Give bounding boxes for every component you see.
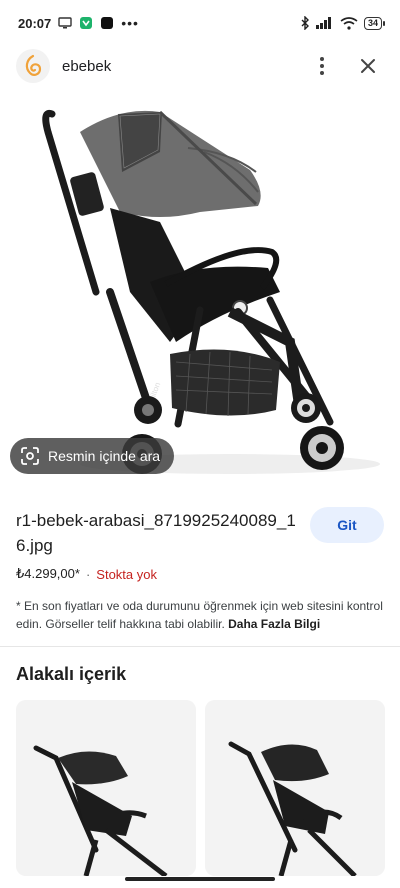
related-card[interactable] (16, 700, 196, 876)
close-button[interactable] (352, 50, 384, 82)
status-time: 20:07 (18, 15, 52, 31)
wifi-icon (340, 16, 358, 30)
visit-button[interactable]: Git (310, 507, 384, 543)
screen-icon (58, 17, 72, 29)
result-title: r1-bebek-arabasi_8719925240089_16.jpg (16, 508, 296, 558)
status-right: 34 (300, 16, 386, 30)
disclaimer-text: * En son fiyatları ve oda durumunu öğren… (16, 599, 383, 631)
visit-button-label: Git (337, 517, 357, 533)
status-bar: 20:07 ••• 34 (0, 0, 400, 46)
more-options-button[interactable] (306, 50, 338, 82)
lens-icon (21, 447, 39, 465)
more-notifications-icon: ••• (121, 15, 139, 31)
battery-icon: 34 (363, 16, 386, 30)
bluetooth-icon (301, 16, 309, 30)
related-content-title: Alakalı içerik (16, 664, 127, 684)
related-stroller-image (16, 700, 196, 876)
search-inside-image-button[interactable]: Resmin içinde ara (10, 438, 175, 474)
status-left: 20:07 ••• (18, 15, 139, 31)
signal-icon (315, 17, 331, 29)
separator-dot: · (85, 566, 91, 582)
stroller-image: hamilton (42, 109, 380, 474)
shield-app-icon (80, 17, 93, 29)
home-indicator[interactable] (125, 877, 275, 881)
close-icon (361, 59, 375, 73)
black-app-icon (101, 17, 114, 29)
lens-label: Resmin içinde ara (48, 448, 161, 464)
stock-status: Stokta yok (96, 566, 157, 582)
related-stroller-image (205, 700, 385, 876)
more-vert-icon (320, 57, 324, 75)
price-row: ₺4.299,00* · Stokta yok (16, 566, 157, 582)
learn-more-link[interactable]: Daha Fazla Bilgi (228, 617, 320, 631)
disclaimer-note: * En son fiyatları ve oda durumunu öğren… (16, 597, 384, 633)
result-title-text: r1-bebek-arabasi_8719925240089_16.jpg (16, 511, 296, 555)
result-header: ebebek (0, 46, 400, 86)
section-divider (0, 646, 400, 647)
related-card[interactable] (205, 700, 385, 876)
site-name[interactable]: ebebek (62, 58, 111, 75)
result-image[interactable]: hamilton (0, 92, 400, 490)
ebebek-logo-icon (25, 54, 42, 76)
site-logo[interactable] (16, 49, 50, 83)
price: ₺4.299,00* (16, 566, 80, 581)
